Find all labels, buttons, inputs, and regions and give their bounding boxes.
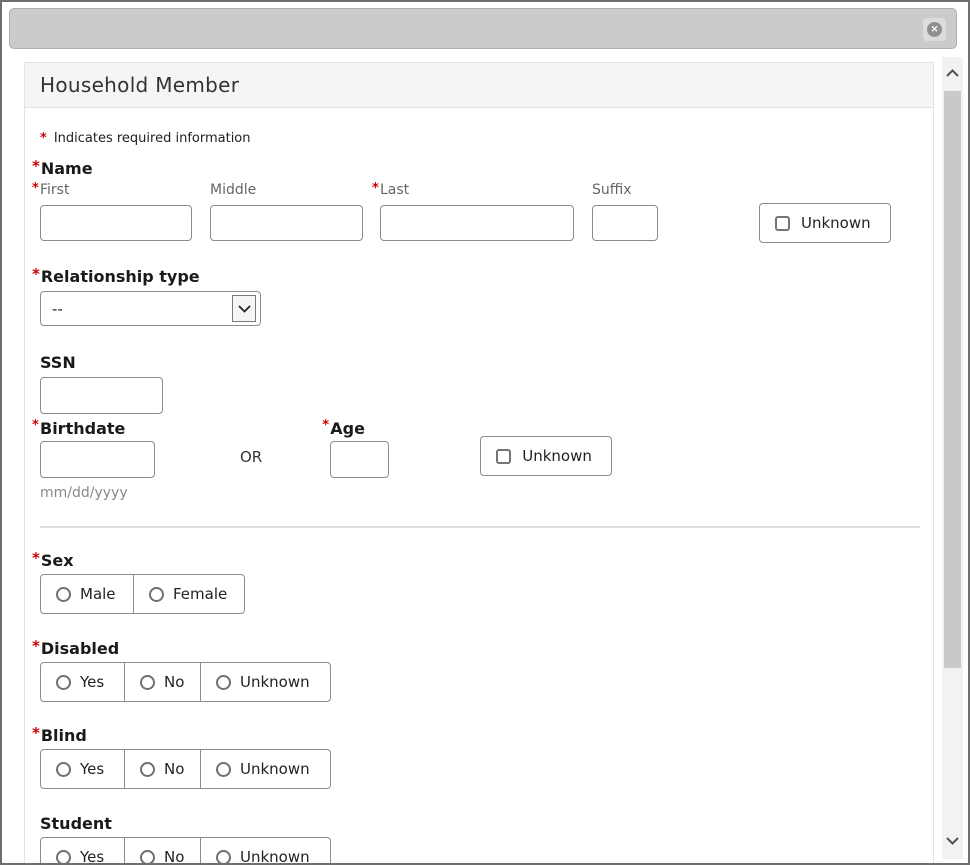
radio-icon[interactable] [56,762,71,777]
age-label: * Age [330,419,389,437]
household-member-form: Household Member * Indicates required in… [24,62,934,865]
required-asterisk: * [32,157,40,176]
blind-radio-group: Yes No Unknown [40,749,331,789]
required-note-text: Indicates required information [54,131,251,146]
blind-yes-option[interactable]: Yes [41,750,124,788]
scrollbar-thumb[interactable] [944,91,961,668]
birthdate-label: * Birthdate [40,419,155,437]
first-name-input[interactable] [40,205,192,241]
disabled-radio-group: Yes No Unknown [40,662,331,702]
required-note: * Indicates required information [40,131,933,146]
age-input[interactable] [330,441,389,478]
close-button[interactable]: ✕ [923,18,946,41]
chevron-up-icon [946,69,959,77]
name-unknown-button[interactable]: Unknown [759,203,891,243]
student-yes-option[interactable]: Yes [41,838,124,865]
chevron-down-icon [946,837,959,845]
birthdate-input[interactable] [40,441,155,478]
last-name-field-group: * Last [380,182,574,241]
birthdate-field-group: * Birthdate mm/dd/yyyy [40,419,155,501]
disabled-no-option[interactable]: No [124,663,200,701]
page-title: Household Member [40,73,239,97]
student-radio-group: Yes No Unknown [40,837,331,865]
radio-icon[interactable] [56,850,71,865]
required-asterisk: * [322,418,329,433]
sex-female-option[interactable]: Female [133,575,244,613]
required-asterisk: * [32,265,40,284]
household-member-dialog: ✕ Household Member * Indicates required … [0,0,970,865]
relationship-selected-value: -- [52,300,63,318]
disabled-unknown-option[interactable]: Unknown [200,663,330,701]
close-icon: ✕ [927,22,942,37]
sex-radio-group: Male Female [40,574,245,614]
blind-unknown-option[interactable]: Unknown [200,750,330,788]
scroll-up-button[interactable] [942,59,963,87]
ssn-input[interactable] [40,377,163,414]
blind-section-label: * Blind [32,726,933,745]
radio-icon[interactable] [216,762,231,777]
student-unknown-option[interactable]: Unknown [200,838,330,865]
radio-icon[interactable] [149,587,164,602]
radio-icon[interactable] [56,587,71,602]
chevron-down-icon[interactable] [232,295,256,322]
vertical-scrollbar[interactable] [942,57,963,859]
middle-name-input[interactable] [210,205,363,241]
relationship-section-label: * Relationship type [32,267,933,286]
sex-male-option[interactable]: Male [41,575,133,613]
middle-name-label: Middle [210,182,363,200]
radio-icon[interactable] [140,675,155,690]
required-asterisk: * [32,637,40,656]
form-header: Household Member [25,63,933,108]
first-name-field-group: * First [40,182,192,241]
name-unknown-label: Unknown [801,214,871,232]
required-asterisk: * [372,181,379,196]
radio-icon[interactable] [140,762,155,777]
first-name-label: * First [40,182,192,200]
birthdate-row: * Birthdate mm/dd/yyyy OR * Age Unknown [40,419,933,501]
student-no-option[interactable]: No [124,838,200,865]
relationship-type-select[interactable]: -- [40,291,261,326]
radio-icon[interactable] [140,850,155,865]
age-field-group: * Age [330,419,389,478]
ssn-section-label: SSN [40,353,933,372]
last-name-label: * Last [380,182,574,200]
or-label: OR [240,448,262,466]
required-asterisk: * [32,724,40,743]
student-section-label: Student [40,814,933,833]
blind-no-option[interactable]: No [124,750,200,788]
required-asterisk: * [40,131,47,146]
dialog-titlebar[interactable]: ✕ [9,8,957,49]
disabled-section-label: * Disabled [32,639,933,658]
suffix-label: Suffix [592,182,658,200]
birthdate-format-hint: mm/dd/yyyy [40,485,155,501]
required-asterisk: * [32,549,40,568]
suffix-field-group: Suffix [592,182,658,241]
birthdate-unknown-label: Unknown [522,447,592,465]
radio-icon[interactable] [216,675,231,690]
section-divider [40,526,920,528]
disabled-yes-option[interactable]: Yes [41,663,124,701]
sex-section-label: * Sex [32,551,933,570]
radio-icon[interactable] [216,850,231,865]
birthdate-unknown-button[interactable]: Unknown [480,436,612,476]
radio-icon[interactable] [56,675,71,690]
required-asterisk: * [32,418,39,433]
checkbox-icon[interactable] [775,216,790,231]
last-name-input[interactable] [380,205,574,241]
checkbox-icon[interactable] [496,449,511,464]
required-asterisk: * [32,181,39,196]
middle-name-field-group: Middle [210,182,363,241]
scroll-down-button[interactable] [942,827,963,855]
name-section-label: * Name [32,159,933,178]
suffix-input[interactable] [592,205,658,241]
name-fields-row: * First Middle * Last Suffi [40,182,933,241]
